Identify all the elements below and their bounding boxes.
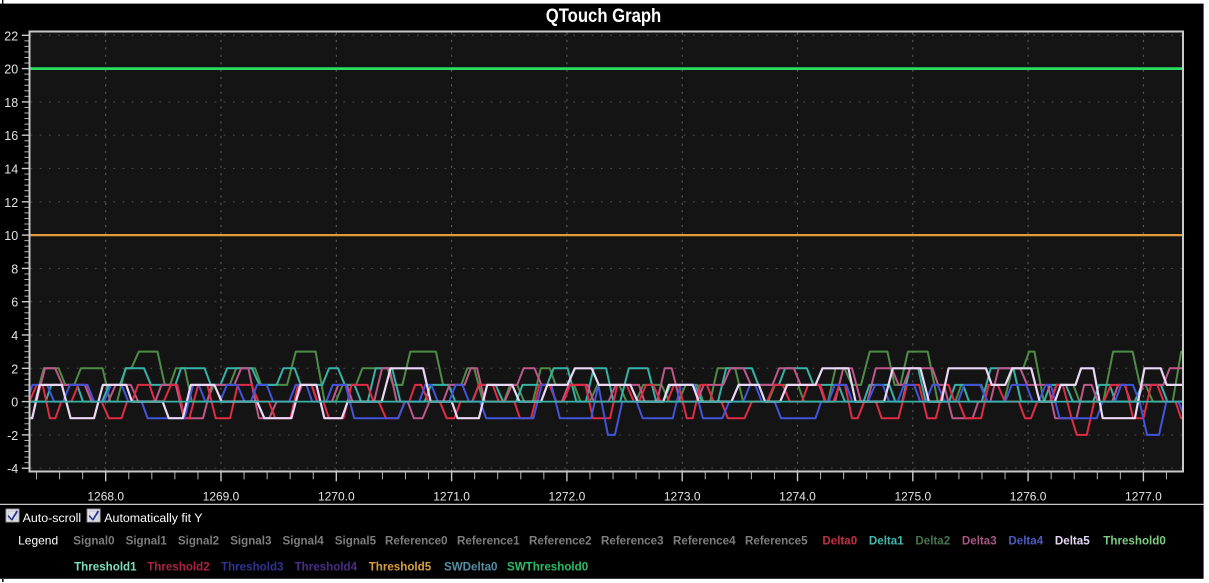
svg-text:20: 20 xyxy=(4,63,18,77)
svg-text:Threshold0: Threshold0 xyxy=(1103,534,1166,547)
svg-text:1270.0: 1270.0 xyxy=(318,489,355,503)
svg-text:1277.0: 1277.0 xyxy=(1125,489,1162,503)
svg-text:1269.0: 1269.0 xyxy=(203,489,240,503)
svg-text:QTouch Graph: QTouch Graph xyxy=(546,6,662,27)
svg-text:Delta0: Delta0 xyxy=(822,534,857,547)
svg-text:Threshold1: Threshold1 xyxy=(74,561,137,574)
svg-text:SWDelta0: SWDelta0 xyxy=(444,561,497,574)
svg-text:Signal1: Signal1 xyxy=(126,534,168,547)
svg-text:Automatically fit Y: Automatically fit Y xyxy=(104,511,202,525)
svg-text:Signal3: Signal3 xyxy=(230,534,272,547)
svg-text:Reference3: Reference3 xyxy=(601,534,664,547)
svg-text:10: 10 xyxy=(4,229,18,243)
svg-text:Reference0: Reference0 xyxy=(385,534,448,547)
svg-text:Reference2: Reference2 xyxy=(529,534,592,547)
svg-text:Delta3: Delta3 xyxy=(962,534,997,547)
svg-text:1271.0: 1271.0 xyxy=(433,489,470,503)
svg-text:Signal0: Signal0 xyxy=(73,534,114,547)
svg-text:Threshold2: Threshold2 xyxy=(147,561,210,574)
svg-text:2: 2 xyxy=(11,362,18,376)
svg-text:Signal5: Signal5 xyxy=(335,534,377,547)
svg-text:Delta2: Delta2 xyxy=(915,534,950,547)
svg-text:Legend: Legend xyxy=(18,533,58,547)
svg-text:12: 12 xyxy=(4,196,18,210)
svg-text:14: 14 xyxy=(4,163,18,177)
svg-text:Auto-scroll: Auto-scroll xyxy=(23,511,82,525)
svg-text:1276.0: 1276.0 xyxy=(1010,489,1047,503)
svg-text:22: 22 xyxy=(4,29,18,43)
svg-text:SWThreshold0: SWThreshold0 xyxy=(507,561,588,574)
svg-text:Signal4: Signal4 xyxy=(283,534,325,547)
svg-text:6: 6 xyxy=(11,296,18,310)
svg-text:Reference5: Reference5 xyxy=(745,534,808,547)
svg-text:Delta4: Delta4 xyxy=(1008,534,1043,547)
svg-text:1268.0: 1268.0 xyxy=(87,489,124,503)
svg-text:Reference4: Reference4 xyxy=(673,534,736,547)
svg-text:-4: -4 xyxy=(7,462,18,476)
svg-text:1275.0: 1275.0 xyxy=(894,489,931,503)
svg-text:16: 16 xyxy=(4,129,18,143)
svg-text:0: 0 xyxy=(11,396,18,410)
svg-text:18: 18 xyxy=(4,96,18,110)
svg-text:Threshold3: Threshold3 xyxy=(221,561,284,574)
svg-text:8: 8 xyxy=(11,262,18,276)
svg-text:4: 4 xyxy=(11,329,18,343)
svg-text:Reference1: Reference1 xyxy=(457,534,520,547)
svg-text:1274.0: 1274.0 xyxy=(779,489,816,503)
svg-text:Threshold4: Threshold4 xyxy=(295,561,358,574)
svg-text:1272.0: 1272.0 xyxy=(549,489,586,503)
svg-text:Delta5: Delta5 xyxy=(1055,534,1090,547)
svg-text:-2: -2 xyxy=(7,429,18,443)
svg-text:Delta1: Delta1 xyxy=(869,534,904,547)
svg-text:Threshold5: Threshold5 xyxy=(369,561,432,574)
svg-text:1273.0: 1273.0 xyxy=(664,489,701,503)
svg-text:Signal2: Signal2 xyxy=(178,534,219,547)
